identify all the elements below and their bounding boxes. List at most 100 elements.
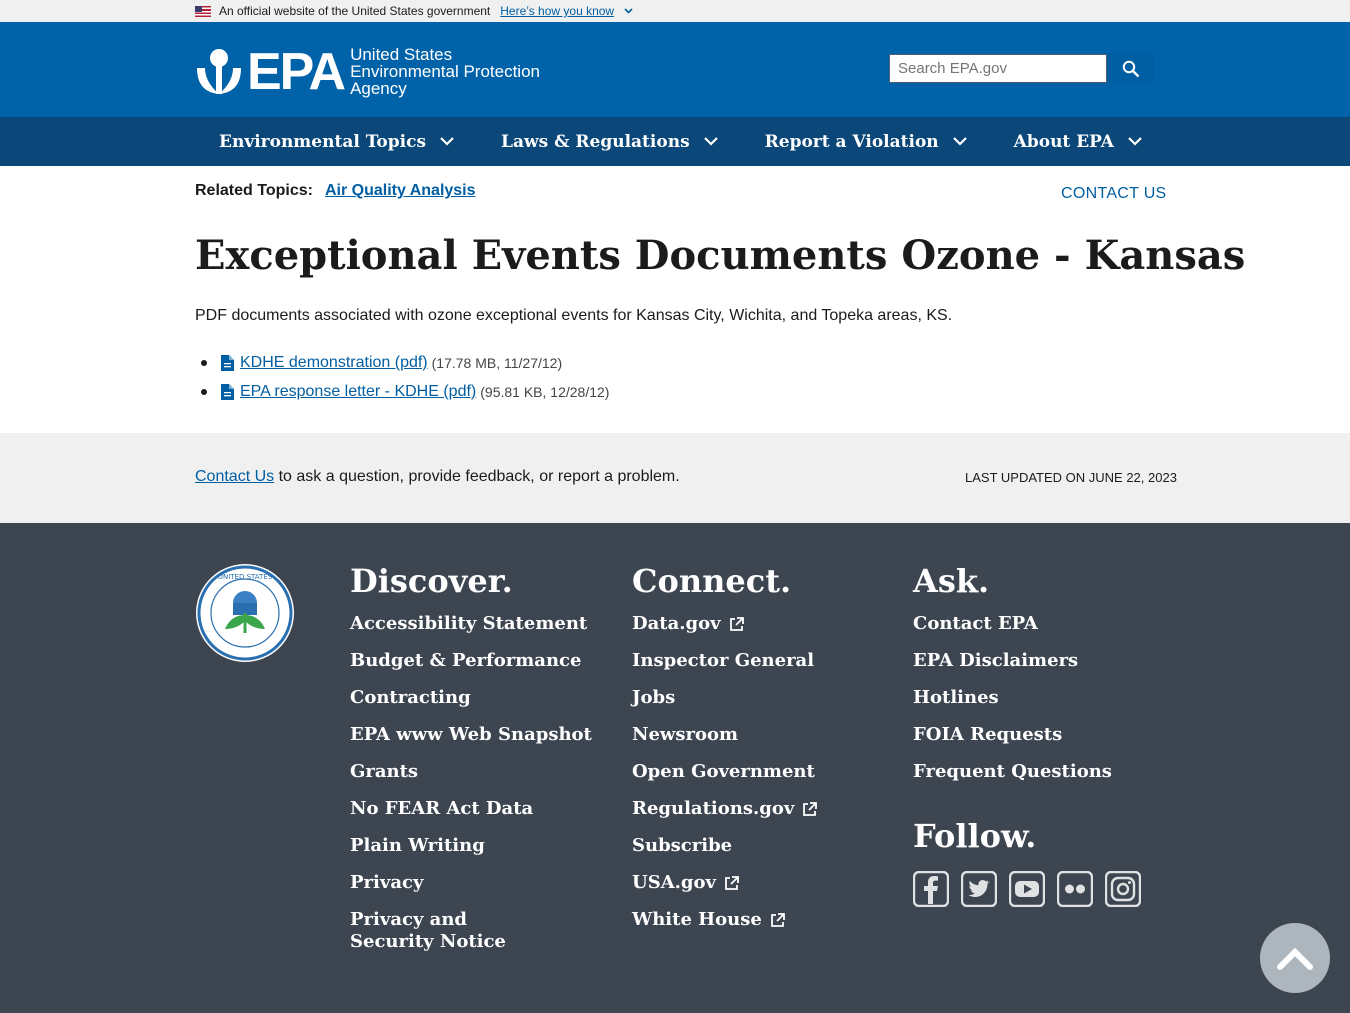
bullet (201, 359, 207, 366)
footer-link-jobs[interactable]: Jobs (632, 687, 817, 709)
twitter-icon[interactable] (960, 870, 998, 908)
search-icon (1122, 60, 1139, 77)
main-nav: Environmental Topics Laws & Regulations … (0, 117, 1350, 166)
file-icon (221, 354, 234, 371)
footer-link-no-fear[interactable]: No FEAR Act Data (350, 798, 592, 820)
file-meta: (17.78 MB, 11/27/12) (431, 354, 563, 371)
nav-laws-regulations[interactable]: Laws & Regulations (501, 132, 718, 152)
discover-heading: Discover. (350, 562, 513, 600)
footer-link-accessibility[interactable]: Accessibility Statement (350, 613, 592, 635)
external-link-icon (729, 616, 744, 631)
instagram-icon[interactable] (1104, 870, 1142, 908)
related-topic-link[interactable]: Air Quality Analysis (325, 182, 476, 200)
document-list: KDHE demonstration (pdf) (17.78 MB, 11/2… (195, 348, 609, 406)
epa-response-letter-link[interactable]: EPA response letter - KDHE (pdf) (240, 383, 476, 401)
discover-column: Discover. Accessibility Statement Budget… (350, 563, 592, 968)
social-links (912, 870, 1142, 908)
nav-item-label: Environmental Topics (219, 131, 427, 152)
footer-link-usa-gov[interactable]: USA.gov (632, 872, 817, 894)
link-label: USA.gov (632, 872, 716, 893)
footer-link-plain-writing[interactable]: Plain Writing (350, 835, 592, 857)
footer-link-hotlines[interactable]: Hotlines (913, 687, 1112, 709)
list-item: KDHE demonstration (pdf) (17.78 MB, 11/2… (195, 348, 609, 377)
flickr-icon[interactable] (1056, 870, 1094, 908)
footer-link-inspector-general[interactable]: Inspector General (632, 650, 817, 672)
footer-link-web-snapshot[interactable]: EPA www Web Snapshot (350, 724, 592, 746)
link-label: Data.gov (632, 613, 721, 634)
gov-banner: An official website of the United States… (0, 0, 1350, 22)
epa-seal-icon: UNITED STATES (195, 563, 295, 668)
connect-column: Connect. Data.gov Inspector General Jobs… (632, 562, 818, 946)
footer-link-subscribe[interactable]: Subscribe (632, 835, 817, 857)
last-updated: LAST UPDATED ON JUNE 22, 2023 (965, 470, 1177, 485)
file-meta: (95.81 KB, 12/28/12) (480, 383, 610, 400)
chevron-down-icon (1128, 137, 1142, 146)
link-label: Regulations.gov (632, 798, 795, 819)
connect-heading: Connect. (632, 562, 792, 600)
site-header: EPA United States Environmental Protecti… (0, 22, 1350, 117)
search-input[interactable] (889, 54, 1107, 83)
footer-link-contact-epa[interactable]: Contact EPA (913, 613, 1112, 635)
chevron-down-icon[interactable] (624, 6, 633, 17)
page-description: PDF documents associated with ozone exce… (195, 307, 953, 324)
nav-item-label: Report a Violation (764, 131, 939, 152)
kdhe-demonstration-link[interactable]: KDHE demonstration (pdf) (240, 354, 428, 372)
contact-us-footer-link[interactable]: Contact Us (195, 468, 274, 485)
footer-link-white-house[interactable]: White House (632, 909, 817, 931)
page-title: Exceptional Events Documents Ozone - Kan… (195, 232, 1246, 279)
site-footer: UNITED STATES Discover. Accessibility St… (0, 523, 1350, 1013)
footer-link-grants[interactable]: Grants (350, 761, 592, 783)
footer-link-foia[interactable]: FOIA Requests (913, 724, 1112, 746)
contact-band: Contact Us to ask a question, provide fe… (0, 433, 1350, 523)
contact-prompt-text: to ask a question, provide feedback, or … (274, 468, 680, 485)
search-button[interactable] (1107, 53, 1154, 84)
file-icon (221, 383, 234, 400)
footer-link-newsroom[interactable]: Newsroom (632, 724, 817, 746)
external-link-icon (725, 875, 739, 890)
search-form (889, 53, 1154, 84)
list-item: EPA response letter - KDHE (pdf) (95.81 … (195, 377, 609, 406)
epa-logo-text: EPA (247, 42, 346, 101)
footer-link-data-gov[interactable]: Data.gov (632, 613, 817, 635)
footer-link-privacy[interactable]: Privacy (350, 872, 592, 894)
epa-logo[interactable]: EPA United States Environmental Protecti… (195, 42, 540, 101)
facebook-icon[interactable] (912, 870, 950, 908)
external-link-icon (770, 912, 785, 927)
svg-text:UNITED STATES: UNITED STATES (218, 573, 273, 581)
nav-about-epa[interactable]: About EPA (1014, 132, 1142, 152)
footer-link-regulations-gov[interactable]: Regulations.gov (632, 798, 818, 820)
related-topics: Related Topics: Air Quality Analysis (195, 182, 476, 200)
footer-link-budget[interactable]: Budget & Performance (350, 650, 592, 672)
us-flag-icon (195, 5, 211, 17)
follow-section: Follow. (912, 817, 1142, 908)
footer-link-frequent-questions[interactable]: Frequent Questions (913, 761, 1112, 783)
agency-name: United States Environmental Protection A… (350, 46, 540, 97)
nav-item-label: About EPA (1013, 131, 1114, 152)
epa-flower-icon (195, 48, 243, 96)
footer-link-open-government[interactable]: Open Government (632, 761, 817, 783)
chevron-down-icon (440, 137, 454, 146)
bullet (201, 388, 207, 395)
footer-link-privacy-security[interactable]: Privacy and Security Notice (350, 909, 550, 953)
nav-environmental-topics[interactable]: Environmental Topics (219, 132, 454, 152)
heres-how-you-know-link[interactable]: Here’s how you know (500, 4, 614, 18)
external-link-icon (803, 801, 818, 816)
nav-item-label: Laws & Regulations (501, 131, 690, 152)
chevron-up-icon (1277, 947, 1313, 970)
agency-line-3: Agency (350, 79, 407, 98)
related-topics-label: Related Topics: (195, 182, 313, 199)
ask-column: Ask. Contact EPA EPA Disclaimers Hotline… (913, 563, 1112, 798)
ask-heading: Ask. (913, 562, 990, 600)
nav-report-violation[interactable]: Report a Violation (765, 132, 967, 152)
footer-link-contracting[interactable]: Contracting (350, 687, 592, 709)
contact-prompt: Contact Us to ask a question, provide fe… (195, 468, 680, 486)
back-to-top-button[interactable] (1260, 923, 1330, 993)
chevron-down-icon (952, 137, 967, 146)
chevron-down-icon (703, 137, 718, 146)
footer-link-disclaimers[interactable]: EPA Disclaimers (913, 650, 1112, 672)
contact-us-link[interactable]: CONTACT US (1061, 185, 1167, 203)
gov-banner-text: An official website of the United States… (219, 4, 491, 18)
youtube-icon[interactable] (1008, 870, 1046, 908)
link-label: White House (632, 909, 762, 930)
follow-heading: Follow. (913, 817, 1037, 855)
